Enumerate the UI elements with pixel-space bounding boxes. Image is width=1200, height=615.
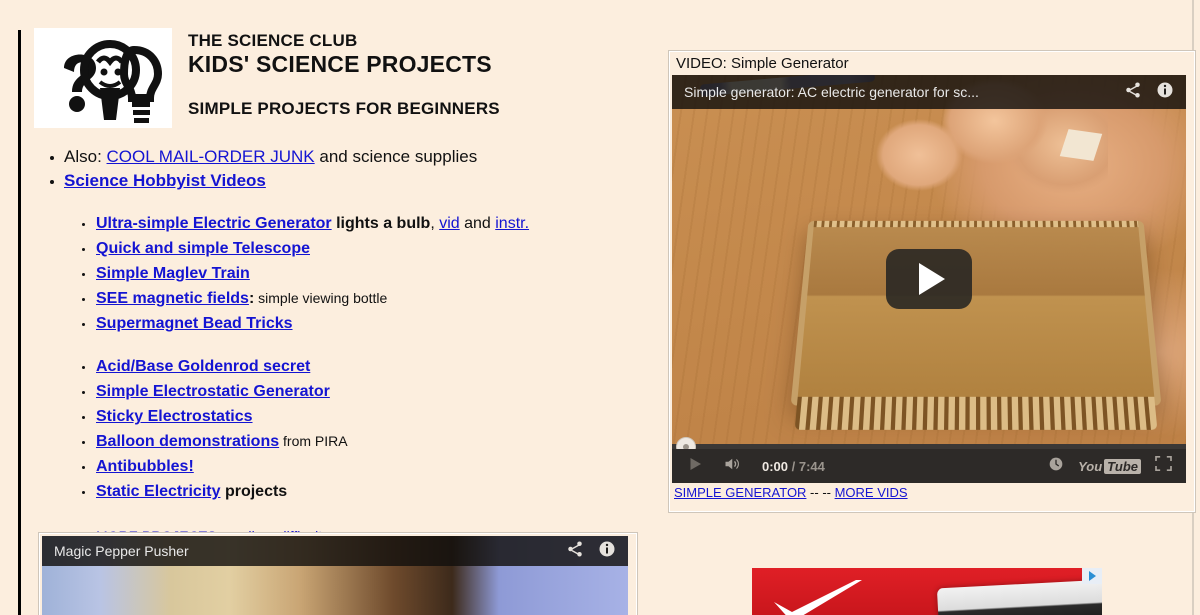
info-icon[interactable] [1156,81,1174,104]
left-content-column: THE SCIENCE CLUB KIDS' SCIENCE PROJECTS … [34,0,654,615]
video-topbar: Simple generator: AC electric generator … [672,75,1186,109]
text-simple-viewing-bottle: simple viewing bottle [254,289,388,306]
video-title: Magic Pepper Pusher [54,543,189,559]
clock-icon[interactable] [1048,456,1064,477]
link-more-vids[interactable]: MORE VIDS [835,485,908,500]
video-current-time: 0:00 [762,458,789,474]
link-cool-mail-order-junk[interactable]: COOL MAIL-ORDER JUNK [107,147,315,166]
text-from-pira: from PIRA [279,433,348,450]
page-root: THE SCIENCE CLUB KIDS' SCIENCE PROJECTS … [0,0,1200,615]
video-duration: 7:44 [798,458,825,474]
ad-product-image [936,579,1102,615]
link-simple-generator[interactable]: SIMPLE GENERATOR [674,485,806,500]
video-player-simple-generator[interactable]: Simple generator: AC electric generator … [672,75,1186,483]
video-time-separator: / [788,458,799,474]
also-suffix: and science supplies [314,147,478,166]
info-icon[interactable] [598,540,616,563]
link-ultra-simple-electric-generator[interactable]: Ultra-simple Electric Generator [96,215,332,232]
list-item: Ultra-simple Electric Generator lights a… [82,213,654,235]
link-acid-base-goldenrod-secret[interactable]: Acid/Base Goldenrod secret [96,358,310,375]
list-item: Also: COOL MAIL-ORDER JUNK and science s… [50,146,654,169]
list-item: Acid/Base Goldenrod secret [82,356,654,378]
link-supermagnet-bead-tricks[interactable]: Supermagnet Bead Tricks [96,315,293,332]
video-caption: VIDEO: Simple Generator [676,55,849,72]
link-vid[interactable]: vid [439,215,459,232]
video-title: Simple generator: AC electric generator … [684,84,979,100]
left-vertical-rule [18,30,21,615]
adchoices-triangle [1088,571,1096,581]
adchoices-icon[interactable] [1082,568,1102,584]
list-item: Quick and simple Telescope [82,238,654,260]
header-subtitle: SIMPLE PROJECTS FOR BEGINNERS [188,98,500,118]
site-header: THE SCIENCE CLUB KIDS' SCIENCE PROJECTS … [34,0,654,128]
link-science-hobbyist-videos[interactable]: Science Hobbyist Videos [64,171,266,190]
advertisement-banner[interactable] [752,568,1102,615]
science-club-logo-icon [34,28,172,128]
link-instr[interactable]: instr. [495,215,529,232]
link-simple-electrostatic-generator[interactable]: Simple Electrostatic Generator [96,383,330,400]
share-icon[interactable] [1124,81,1142,104]
play-icon[interactable] [686,455,704,478]
fullscreen-icon[interactable] [1155,456,1172,476]
video-topbar-icons [1124,81,1174,104]
video-topbar-icons [566,540,616,563]
video-related-links: SIMPLE GENERATOR -- -- MORE VIDS [672,483,1192,500]
link-balloon-demonstrations[interactable]: Balloon demonstrations [96,433,279,450]
list-item: Simple Maglev Train [82,263,654,285]
links-separator: -- -- [806,485,835,500]
header-titles: THE SCIENCE CLUB KIDS' SCIENCE PROJECTS … [188,28,500,119]
link-simple-maglev-train[interactable]: Simple Maglev Train [96,265,250,282]
link-sticky-electrostatics[interactable]: Sticky Electrostatics [96,408,253,425]
youtube-tube-text: Tube [1104,458,1141,474]
list-item: Science Hobbyist Videos [50,170,654,193]
list-item: Simple Electrostatic Generator [82,381,654,403]
play-icon [919,263,945,295]
play-button-overlay[interactable] [886,249,972,309]
cardboard-generator-object [790,220,1162,406]
list-item: Supermagnet Bead Tricks [82,313,654,335]
youtube-logo-icon[interactable]: You Tube [1078,458,1141,474]
video-time-display: 0:00 / 7:44 [762,459,825,474]
text-lights-a-bulb: lights a bulb [331,214,431,232]
link-static-electricity[interactable]: Static Electricity [96,483,221,500]
youtube-you-text: You [1078,458,1103,474]
list-item: SEE magnetic fields: simple viewing bott… [82,288,654,310]
projects-group-2: Acid/Base Goldenrod secret Simple Electr… [34,356,654,502]
text-comma: , [430,214,440,232]
video-controls-right: You Tube [1048,456,1172,477]
video-panel-magic-pepper-pusher: Magic Pepper Pusher [38,532,638,615]
video-player-magic-pepper-pusher[interactable]: Magic Pepper Pusher [42,536,628,615]
video-topbar: Magic Pepper Pusher [42,536,628,566]
top-list: Also: COOL MAIL-ORDER JUNK and science s… [34,146,654,193]
video-controls-left: 0:00 / 7:44 [686,455,1030,478]
projects-group-1: Ultra-simple Electric Generator lights a… [34,213,654,335]
also-prefix: Also: [64,147,107,166]
volume-icon[interactable] [722,455,744,478]
share-icon[interactable] [566,540,584,563]
video-panel-simple-generator: VIDEO: Simple Generator Simple generator… [668,50,1196,513]
link-see-magnetic-fields[interactable]: SEE magnetic fields [96,290,249,307]
list-item: Antibubbles! [82,456,654,478]
link-quick-and-simple-telescope[interactable]: Quick and simple Telescope [96,240,310,257]
list-item: Sticky Electrostatics [82,406,654,428]
page-title: KIDS' SCIENCE PROJECTS [188,51,492,78]
text-projects: projects [220,482,288,500]
link-antibubbles[interactable]: Antibubbles! [96,458,194,475]
list-item: Balloon demonstrations from PIRA [82,431,654,453]
video-control-bar: 0:00 / 7:44 You Tube [672,449,1186,483]
header-line-1: THE SCIENCE CLUB [188,31,358,50]
list-item: Static Electricity projects [82,481,654,503]
ad-brand-checkmark-icon [774,580,862,615]
text-and: and [459,214,496,232]
